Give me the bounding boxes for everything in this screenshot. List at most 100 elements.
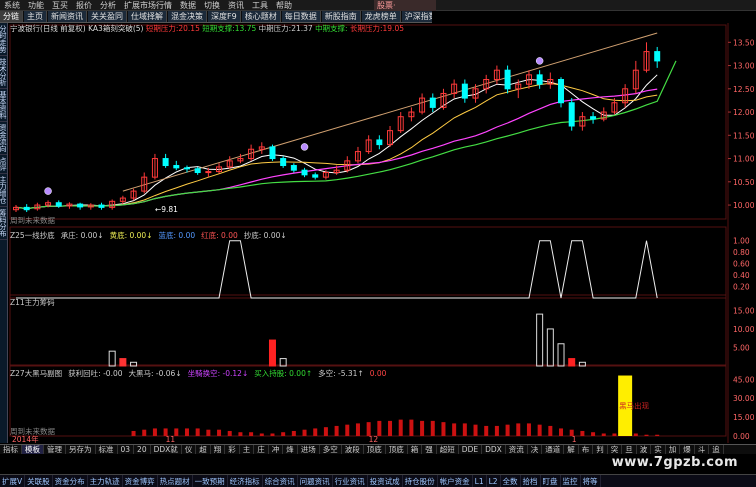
menu-item-10[interactable]: 帮助 <box>272 0 296 10</box>
indicator-button-24[interactable]: DDE <box>459 445 483 454</box>
indicator-button-11[interactable]: 彩 <box>225 445 240 454</box>
indicator-button-7[interactable]: DDX就 <box>151 445 182 454</box>
tab-9[interactable]: 新股指南 <box>321 11 361 22</box>
panel3-bar <box>505 424 510 436</box>
menu-item-7[interactable]: 切换 <box>200 0 224 10</box>
bottom-tab-16[interactable]: 全数 <box>501 475 521 487</box>
indicator-button-30[interactable]: 布 <box>579 445 594 454</box>
indicator-button-9[interactable]: 超 <box>196 445 211 454</box>
left-tool-6[interactable]: 筹码分布 <box>0 207 7 240</box>
indicator-button-4[interactable]: 标准 <box>96 445 118 454</box>
menu-item-2[interactable]: 互买 <box>48 0 72 10</box>
indicator-button-1[interactable]: 模板 <box>22 445 44 454</box>
indicator-button-22[interactable]: 强 <box>422 445 437 454</box>
xaxis-label-2: 1 <box>572 435 577 443</box>
indicator-button-31[interactable]: 判 <box>593 445 608 454</box>
left-tool-4[interactable]: 点评 <box>0 155 7 174</box>
tab-4[interactable]: 仕域择解 <box>128 11 167 22</box>
trend-channel-line <box>122 32 658 192</box>
indicator-button-15[interactable]: 烽 <box>283 445 298 454</box>
indicator-button-34[interactable]: 波 <box>637 445 652 454</box>
bottom-tab-4[interactable]: 资金博弈 <box>123 475 158 487</box>
bottom-tab-15[interactable]: L2 <box>487 475 501 487</box>
menu-item-4[interactable]: 分析 <box>96 0 120 10</box>
indicator-button-13[interactable]: 庄 <box>254 445 269 454</box>
indicator-button-23[interactable]: 超短 <box>437 445 459 454</box>
bottom-tab-20[interactable]: 将等 <box>581 475 601 487</box>
indicator-button-25[interactable]: DDX <box>482 445 506 454</box>
chart-area[interactable]: 13.50 13.00 12.50 12.00 11.50 11.00 10.50 10.00… <box>8 23 756 443</box>
indicator-button-21[interactable]: 箱 <box>408 445 423 454</box>
indicator-button-20[interactable]: 顶底 <box>386 445 408 454</box>
bottom-tab-7[interactable]: 经济指标 <box>228 475 263 487</box>
bottom-tab-1[interactable]: 关联股 <box>25 475 53 487</box>
indicator-button-37[interactable]: 爆 <box>680 445 695 454</box>
indicator-button-26[interactable]: 资流 <box>506 445 528 454</box>
indicator-button-18[interactable]: 波段 <box>342 445 364 454</box>
menu-item-5[interactable]: 扩展市场行情 <box>120 0 176 10</box>
indicator-button-19[interactable]: 顶底 <box>364 445 386 454</box>
indicator-button-14[interactable]: 冲 <box>269 445 284 454</box>
indicator-button-5[interactable]: 03 <box>118 445 135 454</box>
indicator-button-17[interactable]: 多空 <box>320 445 342 454</box>
tab-11[interactable]: 沪深指数 <box>401 11 432 22</box>
tab-7[interactable]: 核心题材 <box>241 11 281 22</box>
left-tool-5[interactable]: 主力增仓 <box>0 174 7 207</box>
tab-5[interactable]: 混金决策 <box>168 11 207 22</box>
tab-8[interactable]: 每日数据 <box>281 11 321 22</box>
indicator-button-10[interactable]: 翔 <box>211 445 226 454</box>
bottom-tab-18[interactable]: 盯盘 <box>541 475 561 487</box>
left-tool-3[interactable]: 资金流向 <box>0 122 7 155</box>
menu-item-9[interactable]: 工具 <box>248 0 272 10</box>
indicator-button-3[interactable]: 另存为 <box>66 445 96 454</box>
left-tool-0[interactable]: 分时走势 <box>0 23 7 56</box>
bottom-tab-12[interactable]: 持仓股份 <box>403 475 438 487</box>
indicator-button-38[interactable]: 斗 <box>695 445 710 454</box>
bottom-tab-19[interactable]: 监控 <box>561 475 581 487</box>
tab-6[interactable]: 深度F9 <box>208 11 241 22</box>
bottom-tab-5[interactable]: 热点题材 <box>158 475 193 487</box>
tab-0[interactable]: 分链 <box>0 11 23 22</box>
indicator-button-36[interactable]: 加 <box>666 445 681 454</box>
tab-1[interactable]: 主页 <box>24 11 47 22</box>
menu-item-0[interactable]: 系统 <box>0 0 24 10</box>
menu-item-1[interactable]: 功能 <box>24 0 48 10</box>
indicator-button-0[interactable]: 指标 <box>0 445 22 454</box>
tab-3[interactable]: 关关盈同 <box>88 11 127 22</box>
left-tool-2[interactable]: 基本资料 <box>0 89 7 122</box>
indicator-button-2[interactable]: 管理 <box>44 445 66 454</box>
tab-2[interactable]: 新闻资讯 <box>48 11 87 22</box>
window-stock-button[interactable]: 股票· <box>374 0 436 11</box>
header-label-1: 短期支撑: <box>202 24 235 33</box>
bottom-tab-11[interactable]: 投资试成 <box>368 475 403 487</box>
indicator-button-35[interactable]: 实 <box>651 445 666 454</box>
indicator-button-33[interactable]: 旦 <box>622 445 637 454</box>
indicator-button-12[interactable]: 主 <box>240 445 255 454</box>
indicator-button-28[interactable]: 通道 <box>542 445 565 454</box>
panel3-annotation: 黑马出现 <box>619 400 649 410</box>
indicator-button-32[interactable]: 突 <box>608 445 623 454</box>
indicator-button-16[interactable]: 进场 <box>298 445 320 454</box>
indicator-button-27[interactable]: 决 <box>528 445 543 454</box>
left-tool-1[interactable]: 技术分析 <box>0 56 7 89</box>
panel3-bar <box>420 420 425 436</box>
indicator-button-8[interactable]: 仪 <box>182 445 197 454</box>
bottom-tab-6[interactable]: 一致预期 <box>193 475 228 487</box>
bottom-tab-3[interactable]: 主力轨迹 <box>88 475 123 487</box>
bottom-tab-0[interactable]: 扩展V <box>0 475 26 487</box>
bottom-tab-9[interactable]: 问题资讯 <box>298 475 333 487</box>
indicator-button-39[interactable]: 追 <box>709 445 724 454</box>
bottom-tab-2[interactable]: 资金分布 <box>53 475 88 487</box>
tab-10[interactable]: 龙虎榜单 <box>361 11 401 22</box>
bottom-tab-14[interactable]: L1 <box>473 475 487 487</box>
indicator-button-29[interactable]: 解 <box>564 445 579 454</box>
bottom-tab-17[interactable]: 拾档 <box>521 475 541 487</box>
menu-item-3[interactable]: 报价 <box>72 0 96 10</box>
menu-item-6[interactable]: 数据 <box>176 0 200 10</box>
panel3-header: Z27大黑马副图 获利回吐: -0.00 大黑马: -0.06↓ 坐騎换空: -0.1… <box>10 368 392 379</box>
menu-item-8[interactable]: 资讯 <box>224 0 248 10</box>
indicator-button-6[interactable]: 20 <box>134 445 151 454</box>
bottom-tab-13[interactable]: 帐户资金 <box>438 475 473 487</box>
bottom-tab-8[interactable]: 综合资讯 <box>263 475 298 487</box>
bottom-tab-10[interactable]: 行业资讯 <box>333 475 368 487</box>
